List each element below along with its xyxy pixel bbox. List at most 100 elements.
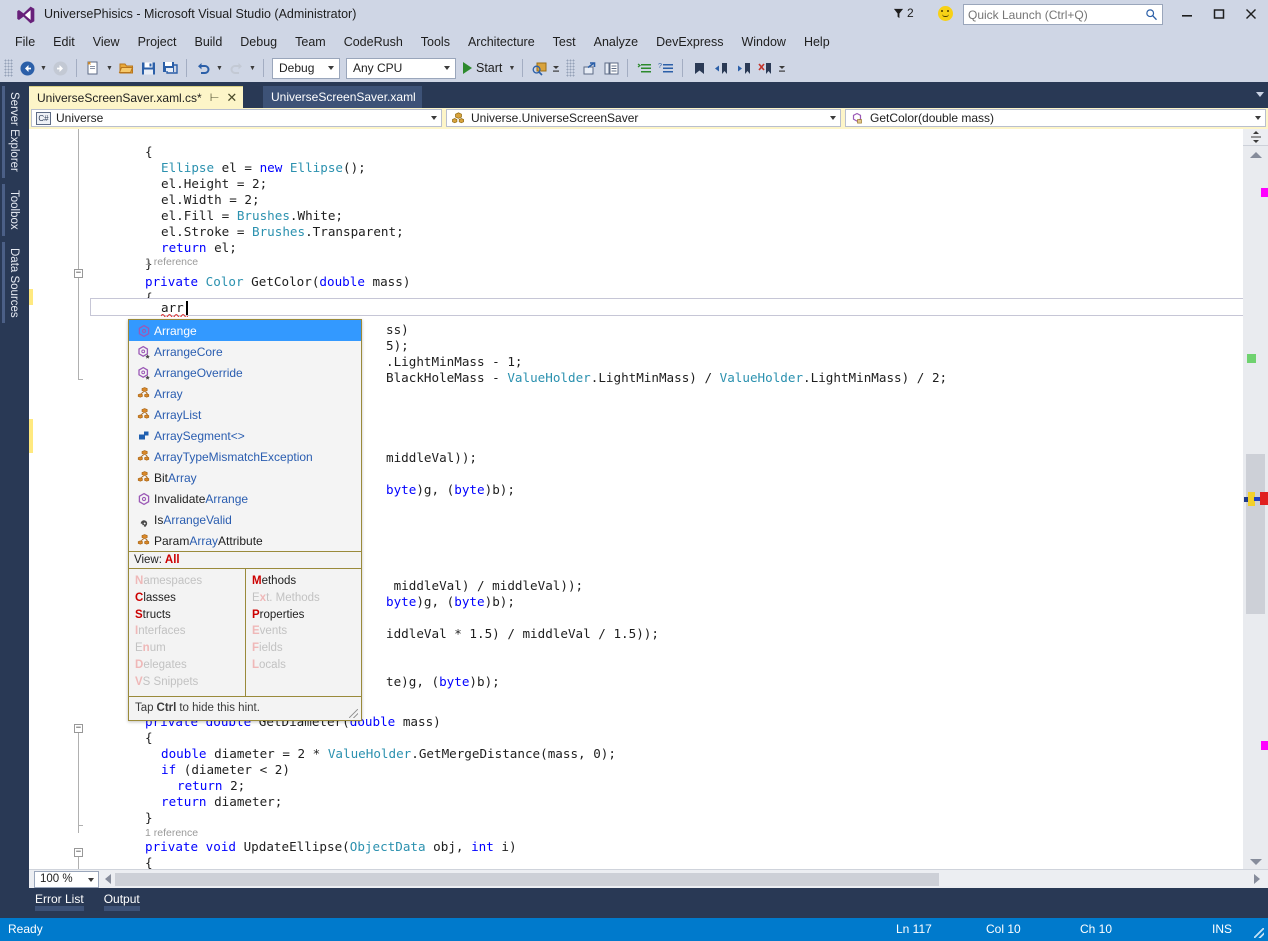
menu-team[interactable]: Team [286, 32, 335, 52]
menu-help[interactable]: Help [795, 32, 839, 52]
start-debug-button[interactable]: Start [459, 57, 506, 79]
toolbar-overflow-button[interactable] [550, 57, 562, 79]
inline-edit-field[interactable]: arr [90, 298, 1268, 316]
filter-properties[interactable]: Properties [252, 607, 361, 624]
solution-configuration-combo[interactable]: Debug [272, 58, 340, 79]
filter-structs[interactable]: Structs [135, 607, 245, 624]
next-bookmark-button[interactable] [732, 57, 754, 79]
scroll-up-arrow-icon[interactable] [1250, 152, 1262, 158]
save-all-button[interactable] [159, 57, 181, 79]
pin-icon[interactable]: ⊢ [210, 91, 220, 104]
split-view-button[interactable] [1243, 129, 1268, 146]
tab-universescreensaver-xaml[interactable]: UniverseScreenSaver.xaml [263, 86, 422, 108]
filter-delegates[interactable]: Delegates [135, 657, 245, 674]
menu-architecture[interactable]: Architecture [459, 32, 544, 52]
minimize-button[interactable] [1172, 3, 1202, 25]
start-caret-icon[interactable]: ▼ [506, 57, 517, 79]
menu-debug[interactable]: Debug [231, 32, 286, 52]
undo-caret-icon[interactable]: ▼ [214, 57, 225, 79]
menu-window[interactable]: Window [732, 32, 794, 52]
menu-file[interactable]: File [6, 32, 44, 52]
list-item[interactable]: ArrangeOverride [129, 362, 361, 383]
solution-platform-combo[interactable]: Any CPU [346, 58, 456, 79]
notifications-button[interactable]: 2 [893, 6, 914, 20]
sidebar-item-data-sources[interactable]: Data Sources [0, 242, 29, 324]
menu-view[interactable]: View [84, 32, 129, 52]
close-icon[interactable]: ✕ [226, 93, 237, 103]
close-button[interactable] [1236, 3, 1266, 25]
bottom-tab-error-list[interactable]: Error List [29, 888, 90, 906]
fold-toggle-collapse[interactable]: − [74, 848, 83, 857]
list-item[interactable]: Arrange [129, 320, 361, 341]
list-item[interactable]: InvalidateArrange [129, 488, 361, 509]
horizontal-scroll-track[interactable] [115, 873, 1250, 886]
fold-toggle-collapse[interactable]: − [74, 269, 83, 278]
list-item[interactable]: ParamArrayAttribute [129, 530, 361, 551]
new-project-button[interactable] [82, 57, 104, 79]
find-in-files-button[interactable] [528, 57, 550, 79]
resize-grip-icon[interactable] [1254, 928, 1264, 938]
member-selector-combo[interactable]: GetColor(double mass) [845, 109, 1266, 127]
new-project-caret-icon[interactable]: ▼ [104, 57, 115, 79]
project-selector-combo[interactable]: C# Universe [31, 109, 442, 127]
quick-launch-box[interactable] [963, 4, 1163, 25]
scroll-right-arrow-icon[interactable] [1254, 874, 1260, 884]
maximize-button[interactable] [1204, 3, 1234, 25]
filter-interfaces[interactable]: Interfaces [135, 623, 245, 640]
menu-analyze[interactable]: Analyze [585, 32, 647, 52]
clear-bookmarks-button[interactable] [754, 57, 776, 79]
tab-universescreensaver-xaml-cs[interactable]: UniverseScreenSaver.xaml.cs* ⊢ ✕ [29, 86, 243, 108]
list-item[interactable]: BitArray [129, 467, 361, 488]
menu-project[interactable]: Project [129, 32, 186, 52]
filter-ext-methods[interactable]: Ext. Methods [252, 590, 361, 607]
feedback-smiley-icon[interactable] [938, 6, 953, 21]
code-editor[interactable]: − − − − { Ellipse el = new Ellipse(); el… [29, 129, 1268, 869]
open-file-button[interactable] [115, 57, 137, 79]
navigate-to-button[interactable] [578, 57, 600, 79]
list-item[interactable]: IsArrangeValid [129, 509, 361, 530]
quick-launch-input[interactable] [964, 5, 1142, 24]
uncomment-lines-button[interactable]: ? [655, 57, 677, 79]
list-item[interactable]: ArraySegment<> [129, 425, 361, 446]
navigate-backward-button[interactable] [16, 57, 38, 79]
menu-coderush[interactable]: CodeRush [335, 32, 412, 52]
filter-vs-snippets[interactable]: VS Snippets [135, 674, 245, 691]
solution-explorer-button[interactable] [600, 57, 622, 79]
scroll-left-arrow-icon[interactable] [105, 874, 111, 884]
toolbar-grip[interactable] [4, 59, 13, 77]
filter-namespaces[interactable]: Namespaces [135, 573, 245, 590]
codelens-reference[interactable]: 1 reference [145, 254, 198, 270]
filter-classes[interactable]: Classes [135, 590, 245, 607]
menu-build[interactable]: Build [185, 32, 231, 52]
comment-lines-button[interactable] [633, 57, 655, 79]
horizontal-scroll-thumb[interactable] [115, 873, 939, 886]
list-item[interactable]: ArrangeCore [129, 341, 361, 362]
code-folding-column[interactable]: − − − − [74, 129, 90, 869]
toolbar-overflow-button[interactable] [776, 57, 788, 79]
menu-tools[interactable]: Tools [412, 32, 459, 52]
intellisense-list[interactable]: Arrange ArrangeCore ArrangeOverride [129, 320, 361, 551]
list-item[interactable]: Array [129, 383, 361, 404]
undo-button[interactable] [192, 57, 214, 79]
editor-horizontal-scrollbar[interactable]: 100 % [29, 869, 1268, 888]
navigate-backward-caret-icon[interactable]: ▼ [38, 57, 49, 79]
fold-toggle-collapse[interactable]: − [74, 724, 83, 733]
filter-locals[interactable]: Locals [252, 657, 361, 674]
sidebar-item-toolbox[interactable]: Toolbox [0, 184, 29, 236]
filter-events[interactable]: Events [252, 623, 361, 640]
toolbar-grip[interactable] [566, 59, 575, 77]
resize-grip-icon[interactable] [349, 709, 358, 718]
filter-methods[interactable]: Methods [252, 573, 361, 590]
menu-edit[interactable]: Edit [44, 32, 84, 52]
bottom-tab-output[interactable]: Output [98, 888, 146, 906]
scroll-thumb[interactable] [1246, 454, 1265, 614]
zoom-level-selector[interactable]: 100 % [34, 871, 99, 888]
scroll-down-arrow-icon[interactable] [1250, 859, 1262, 865]
save-button[interactable] [137, 57, 159, 79]
list-item[interactable]: ArrayList [129, 404, 361, 425]
filter-enum[interactable]: Enum [135, 640, 245, 657]
sidebar-item-server-explorer[interactable]: Server Explorer [0, 86, 29, 178]
tab-list-chevron-down-icon[interactable] [1256, 92, 1264, 97]
filter-fields[interactable]: Fields [252, 640, 361, 657]
list-item[interactable]: ArrayTypeMismatchException [129, 446, 361, 467]
